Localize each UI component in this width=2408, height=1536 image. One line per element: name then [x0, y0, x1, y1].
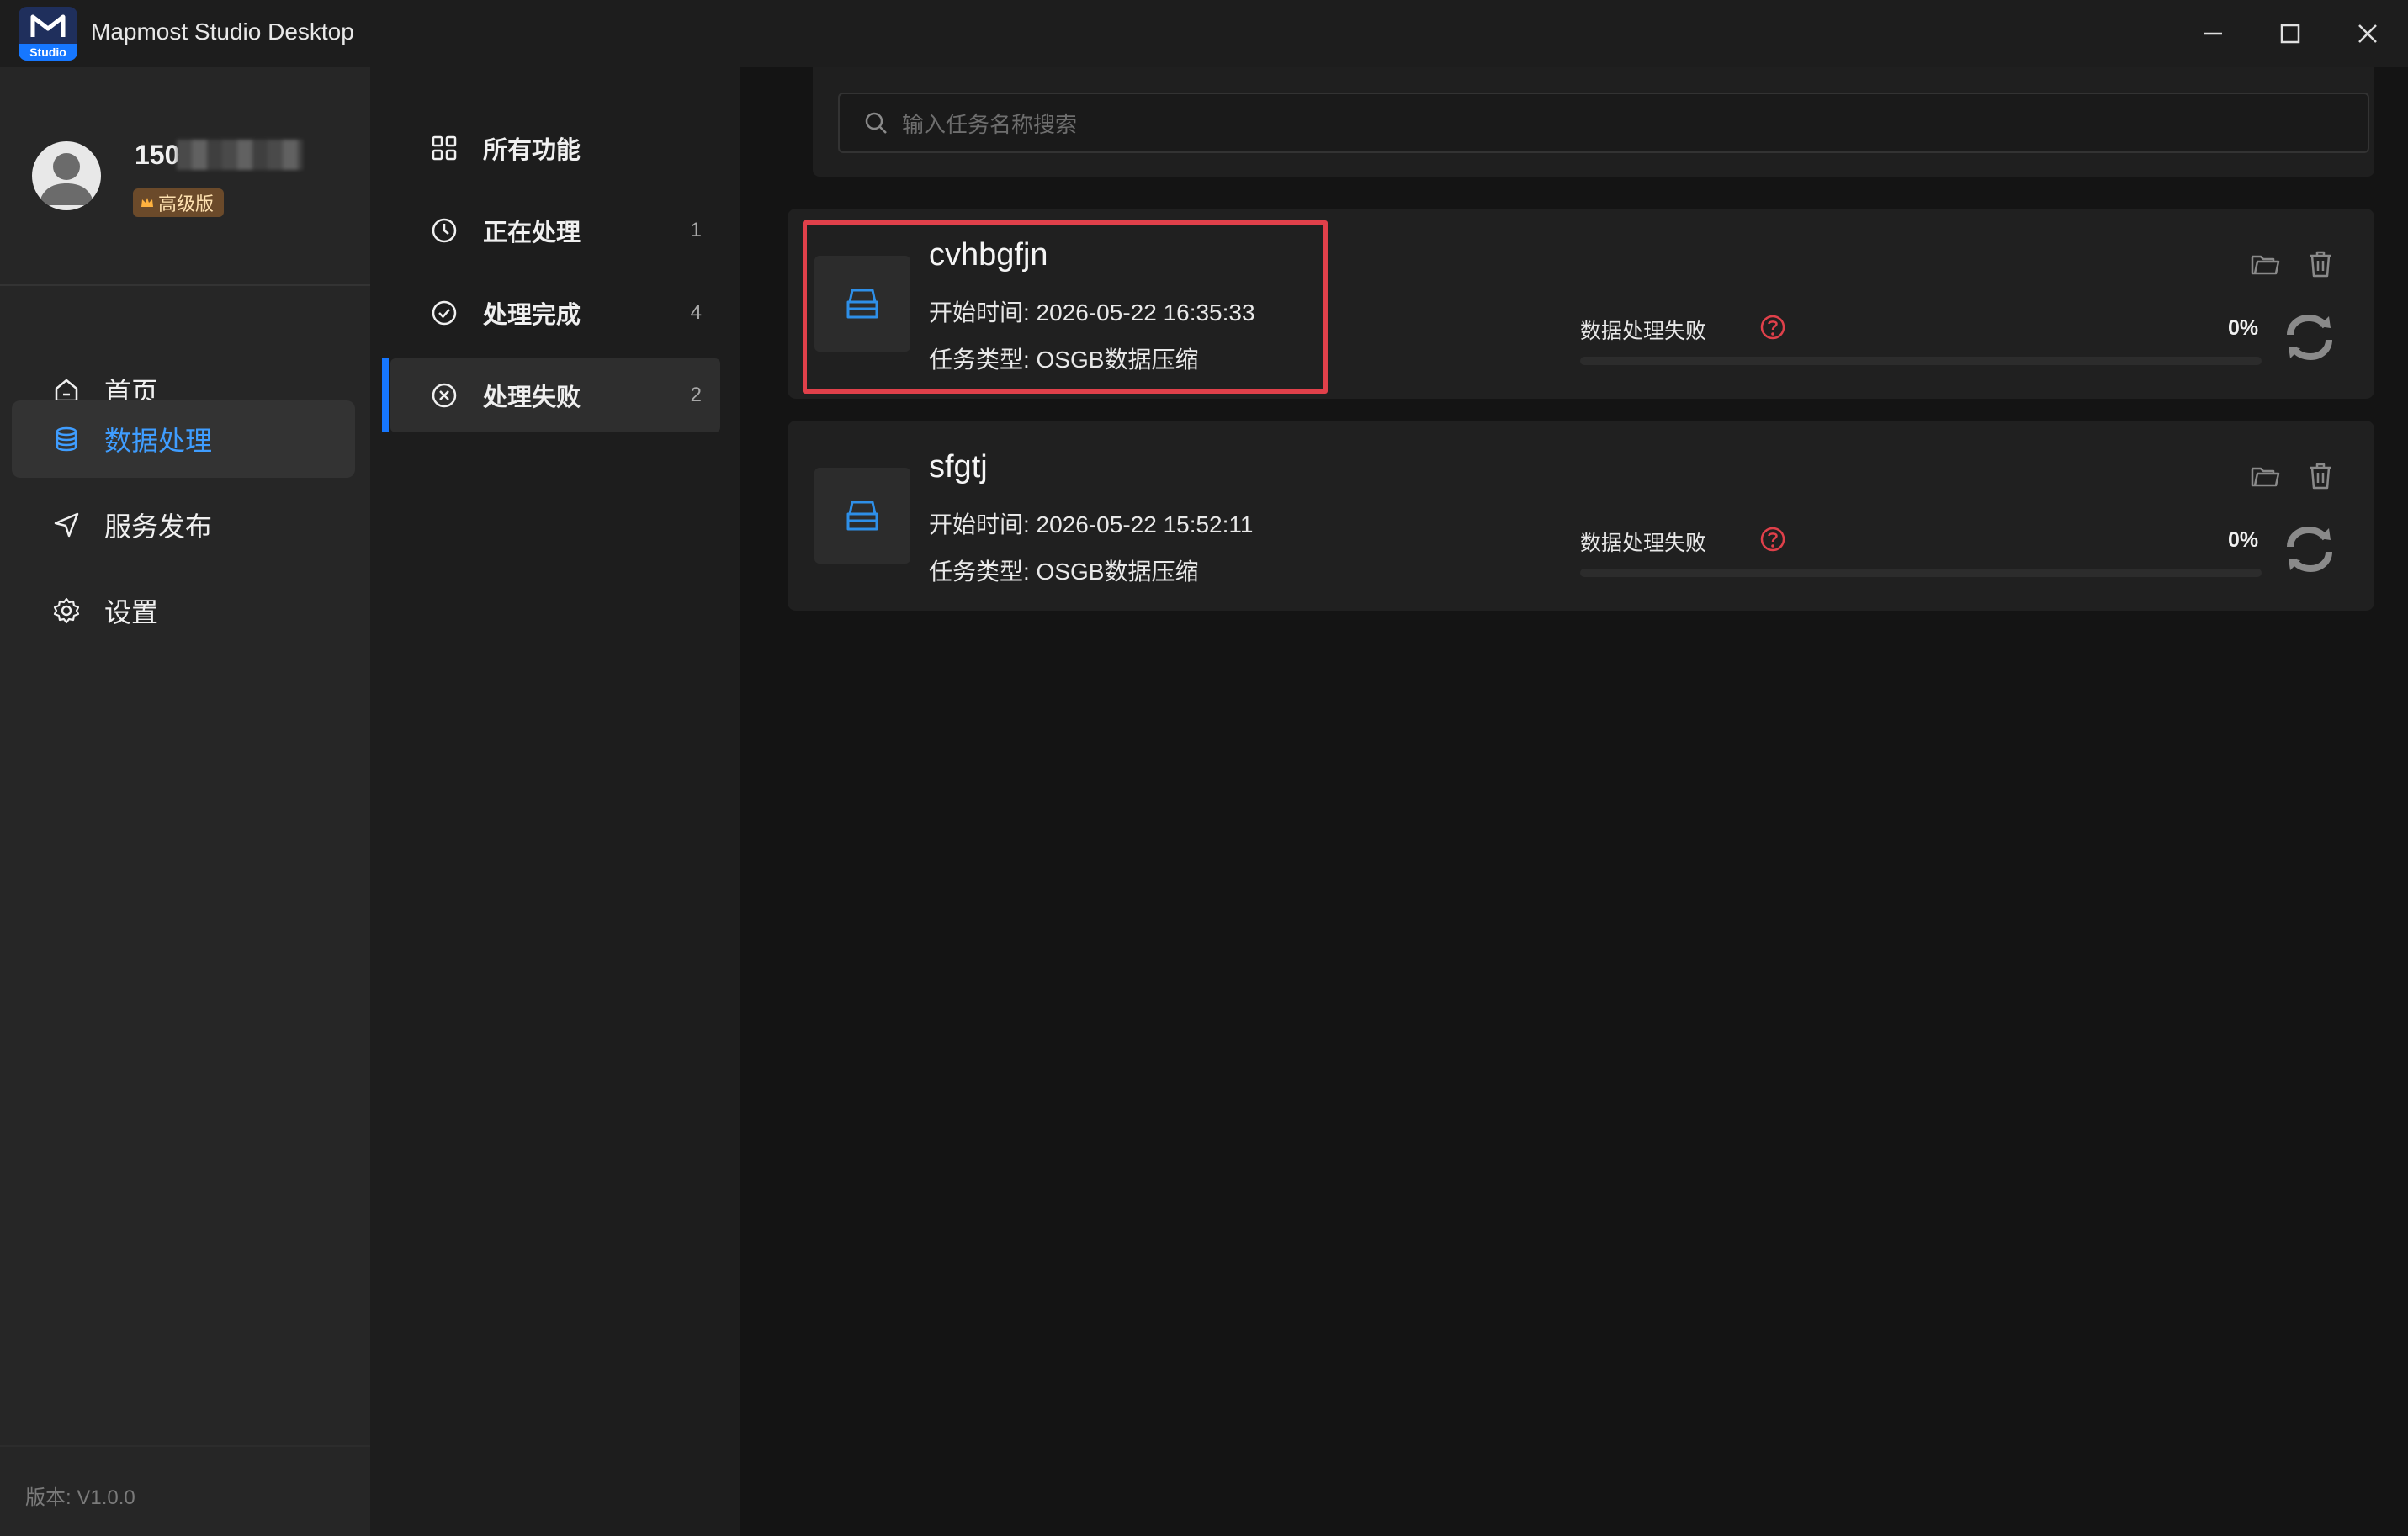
- retry-icon[interactable]: [2280, 520, 2339, 579]
- main-sidebar: 150 高级版 首页 数据处理 服务发布 设置 版本: V1.0.0: [0, 67, 370, 1536]
- trash-icon[interactable]: [2307, 249, 2334, 279]
- task-percent: 0%: [2228, 528, 2259, 552]
- clock-icon: [432, 218, 457, 243]
- app-window: Studio Mapmost Studio Desktop 150 高级版 首页…: [0, 0, 2408, 1536]
- database-icon: [56, 426, 77, 452]
- retry-icon[interactable]: [2280, 308, 2339, 367]
- subnav-all-functions[interactable]: 所有功能: [390, 111, 720, 185]
- search-input[interactable]: 输入任务名称搜索: [838, 93, 2369, 153]
- minimize-icon: [2204, 32, 2222, 35]
- x-circle-icon: [432, 383, 457, 408]
- search-icon: [865, 112, 887, 134]
- task-start-time: 开始时间: 2026-05-22 15:52:11: [929, 511, 1254, 538]
- trash-icon[interactable]: [2307, 461, 2334, 491]
- window-title: Mapmost Studio Desktop: [91, 19, 354, 45]
- progress-bar: [1580, 569, 2262, 577]
- subnav-label: 所有功能: [483, 137, 581, 164]
- inbox-icon: [846, 501, 878, 531]
- sidebar-bottom-divider: [0, 1445, 370, 1447]
- task-type: 任务类型: OSGB数据压缩: [929, 559, 1199, 585]
- close-button[interactable]: [2329, 0, 2406, 67]
- maximize-button[interactable]: [2252, 0, 2329, 67]
- sub-sidebar: 所有功能 正在处理 1 处理完成 4 处理失败 2: [370, 67, 740, 1536]
- main-content: 输入任务名称搜索 cvhbgfjn 开始时间: 2026-05-22 16:35…: [740, 67, 2408, 1536]
- version-label: 版本: V1.0.0: [25, 1486, 135, 1509]
- tier-label: 高级版: [158, 193, 215, 215]
- tier-badge: 高级版: [133, 188, 225, 217]
- subnav-failed[interactable]: 处理失败 2: [382, 358, 720, 432]
- subnav-label: 处理失败: [483, 384, 581, 411]
- subnav-count: 4: [690, 301, 702, 324]
- user-avatar-icon: [39, 153, 94, 205]
- logo-badge: Studio: [19, 44, 77, 61]
- logo-m-icon: [30, 14, 66, 37]
- title-bar: Studio Mapmost Studio Desktop: [0, 0, 2408, 67]
- search-placeholder: 输入任务名称搜索: [902, 111, 1078, 137]
- check-circle-icon: [432, 300, 457, 326]
- sidebar-item-settings[interactable]: 设置: [12, 572, 355, 649]
- sidebar-item-label: 服务发布: [104, 511, 213, 542]
- sidebar-item-label: 数据处理: [104, 426, 213, 456]
- task-name: sfgtj: [929, 449, 988, 485]
- help-icon[interactable]: [1758, 525, 1787, 553]
- grid-icon: [432, 135, 457, 161]
- progress-bar: [1580, 357, 2262, 365]
- task-card: sfgtj 开始时间: 2026-05-22 15:52:11 任务类型: OS…: [788, 421, 2374, 611]
- subnav-processing[interactable]: 正在处理 1: [390, 193, 720, 267]
- subnav-completed[interactable]: 处理完成 4: [390, 276, 720, 350]
- task-card: cvhbgfjn 开始时间: 2026-05-22 16:35:33 任务类型:…: [788, 209, 2374, 399]
- subnav-label: 正在处理: [483, 220, 581, 246]
- sidebar-item-label: 设置: [104, 597, 159, 628]
- highlight-box: [803, 220, 1328, 394]
- sidebar-item-publish[interactable]: 服务发布: [12, 486, 355, 564]
- maximize-icon: [2280, 24, 2300, 44]
- gear-icon: [53, 597, 80, 624]
- subnav-count: 2: [690, 384, 702, 406]
- send-icon: [54, 512, 79, 538]
- username-redacted: [177, 140, 303, 170]
- username: 150: [135, 140, 180, 170]
- subnav-label: 处理完成: [483, 302, 581, 329]
- app-logo: Studio: [19, 7, 77, 61]
- close-icon: [2358, 24, 2377, 43]
- folder-icon[interactable]: [2250, 249, 2280, 279]
- task-status: 数据处理失败: [1580, 532, 1707, 555]
- avatar[interactable]: [32, 141, 101, 210]
- subnav-count: 1: [690, 219, 702, 241]
- task-status: 数据处理失败: [1580, 320, 1707, 343]
- sidebar-item-data-processing[interactable]: 数据处理: [12, 400, 355, 478]
- crown-icon: [141, 198, 153, 207]
- task-percent: 0%: [2228, 316, 2259, 340]
- search-panel: 输入任务名称搜索: [813, 67, 2374, 177]
- minimize-button[interactable]: [2174, 0, 2252, 67]
- task-type-icon-box: [814, 468, 910, 564]
- sidebar-divider: [0, 284, 370, 286]
- help-icon[interactable]: [1758, 313, 1787, 342]
- folder-icon[interactable]: [2250, 461, 2280, 491]
